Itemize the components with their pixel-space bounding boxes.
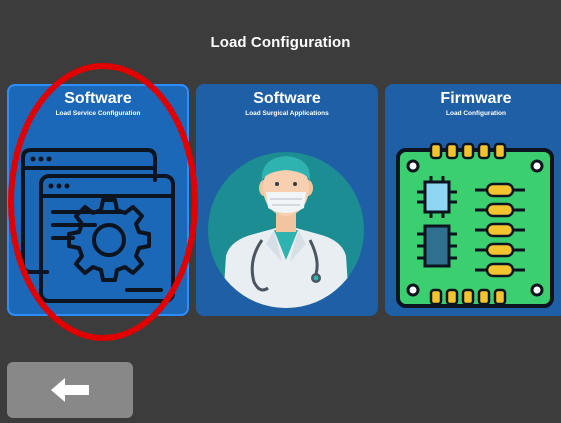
- surgeon-icon: [208, 152, 364, 308]
- page-title: Load Configuration: [210, 34, 351, 51]
- software-surgical-card[interactable]: Software Load Surgical Applications: [196, 84, 378, 316]
- firmware-card[interactable]: Firmware Load Configuration: [385, 84, 561, 316]
- software-service-card[interactable]: Software Load Service Configuration: [7, 84, 189, 316]
- arrow-left-icon: [51, 378, 89, 402]
- back-button[interactable]: [7, 362, 133, 418]
- settings-windows-icon: [21, 148, 175, 303]
- load-configuration-screen: Load Configuration Software Load Service…: [0, 0, 561, 423]
- circuit-board-icon: [396, 142, 554, 308]
